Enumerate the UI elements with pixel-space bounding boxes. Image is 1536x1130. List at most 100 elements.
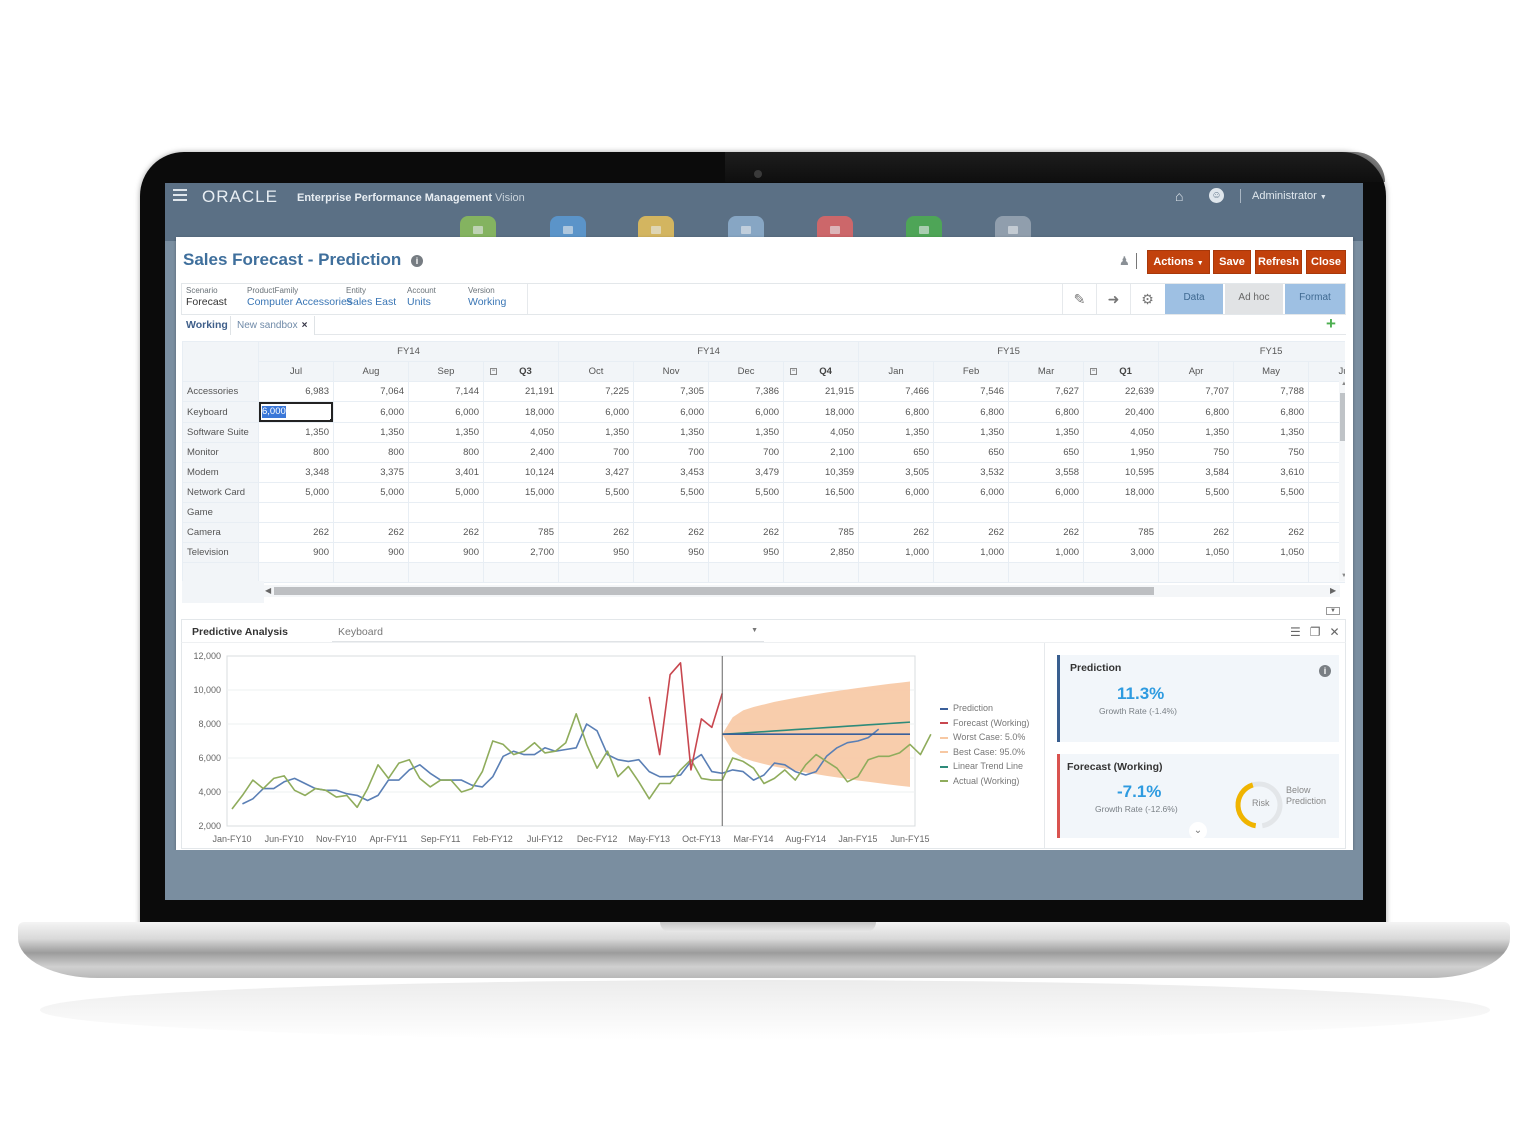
grid-cell[interactable]: 3,584 (1158, 462, 1235, 483)
grid-cell[interactable]: 4,050 (1083, 422, 1160, 443)
copy-icon[interactable]: ❐ (1310, 625, 1321, 639)
grid-cell[interactable]: 4,050 (783, 422, 860, 443)
grid-cell[interactable]: 15,000 (482, 482, 560, 503)
row-header[interactable]: Software Suite (182, 422, 259, 443)
column-header[interactable]: Apr (1158, 361, 1235, 382)
grid-cell[interactable]: 262 (1233, 522, 1310, 543)
grid-cell[interactable]: 5,500 (1158, 482, 1235, 503)
grid-cell[interactable]: 3,401 (408, 462, 484, 483)
home-icon[interactable]: ⌂ (1175, 189, 1191, 203)
grid-cell[interactable]: 5,500 (1233, 482, 1310, 503)
grid-cell[interactable]: 950 (708, 542, 785, 563)
grid-cell[interactable]: 6,800 (1158, 401, 1235, 423)
pov-value[interactable]: Computer Accessories (247, 296, 352, 308)
arrow-right-icon[interactable]: ➜ (1096, 284, 1130, 314)
grid-cell[interactable]: 650 (1008, 442, 1085, 463)
column-header[interactable]: Sep (408, 361, 484, 382)
pov-value[interactable]: Units (407, 296, 436, 308)
grid-cell[interactable]: 18,000 (783, 401, 860, 423)
column-header[interactable]: Jun (1308, 361, 1345, 382)
grid-cell[interactable]: 7,144 (408, 381, 484, 402)
grid-cell[interactable]: 6,000 (708, 401, 785, 423)
grid-cell[interactable]: 262 (858, 522, 935, 543)
column-header[interactable]: Aug (333, 361, 409, 382)
grid-cell[interactable]: 1,350 (558, 422, 635, 443)
grid-cell[interactable]: 1,050 (1233, 542, 1310, 563)
expand-chevron-icon[interactable]: ⌄ (1189, 822, 1207, 840)
grid-cell[interactable]: 3,532 (933, 462, 1010, 483)
pov-value[interactable]: Forecast (186, 296, 227, 308)
grid-cell[interactable]: 3,000 (1083, 542, 1160, 563)
legend-item[interactable]: Best Case: 95.0% (940, 745, 1029, 760)
tab-data[interactable]: Data (1165, 284, 1223, 314)
column-header[interactable]: Dec (708, 361, 785, 382)
column-header[interactable]: Jan (858, 361, 935, 382)
grid-cell[interactable]: 2,100 (783, 442, 860, 463)
grid-cell[interactable]: 3,453 (633, 462, 710, 483)
horizontal-scroll-thumb[interactable] (274, 587, 1154, 595)
grid-cell[interactable]: 785 (482, 522, 560, 543)
row-header[interactable]: Network Card (182, 482, 259, 503)
grid-cell[interactable]: 1,000 (858, 542, 935, 563)
grid-cell[interactable]: 900 (408, 542, 484, 563)
grid-cell[interactable]: 5,000 (258, 482, 334, 503)
row-header[interactable]: Modem (182, 462, 259, 483)
grid-cell[interactable]: 1,050 (1158, 542, 1235, 563)
grid-cell[interactable]: 950 (633, 542, 710, 563)
tab-adhoc[interactable]: Ad hoc (1225, 284, 1283, 314)
grid-cell[interactable]: 262 (258, 522, 334, 543)
grid-cell[interactable]: 7,305 (633, 381, 710, 402)
legend-item[interactable]: Prediction (940, 701, 1029, 716)
refresh-button[interactable]: Refresh (1255, 250, 1302, 274)
grid-cell[interactable]: 1,950 (1083, 442, 1160, 463)
pov-productfamily[interactable]: ProductFamily Computer Accessories (247, 286, 352, 308)
grid-cell[interactable] (333, 502, 409, 523)
row-header[interactable]: Camera (182, 522, 259, 543)
row-header[interactable]: Accessories (182, 381, 259, 402)
column-header[interactable]: − Q3 (482, 361, 560, 382)
grid-cell[interactable]: 10,124 (482, 462, 560, 483)
grid-cell[interactable]: 5,500 (633, 482, 710, 503)
grid-cell[interactable]: 3,348 (258, 462, 334, 483)
grid-cell[interactable]: 6,000 (1008, 482, 1085, 503)
close-icon[interactable]: × (302, 320, 308, 331)
list-icon[interactable]: ☰ (1290, 625, 1301, 639)
grid-cell[interactable]: 700 (708, 442, 785, 463)
column-header[interactable]: Feb (933, 361, 1010, 382)
grid-cell[interactable]: 6,000 (408, 401, 484, 423)
grid-cell[interactable]: 18,000 (1083, 482, 1160, 503)
grid-cell[interactable]: 22,639 (1083, 381, 1160, 402)
grid-cell[interactable] (858, 502, 935, 523)
info-icon[interactable]: i (411, 255, 423, 267)
row-header[interactable]: Keyboard (182, 401, 259, 423)
grid-cell[interactable]: 2,700 (482, 542, 560, 563)
year-header[interactable]: FY15 (1158, 341, 1345, 362)
grid-cell[interactable]: 7,386 (708, 381, 785, 402)
grid-cell[interactable] (258, 502, 334, 523)
grid-cell[interactable]: 1,350 (1233, 422, 1310, 443)
save-button[interactable]: Save (1213, 250, 1251, 274)
grid-cell[interactable]: 262 (408, 522, 484, 543)
add-icon[interactable]: + (1326, 315, 1336, 332)
grid-cell[interactable]: 21,915 (783, 381, 860, 402)
grid-cell[interactable]: 1,350 (858, 422, 935, 443)
year-header[interactable]: FY15 (858, 341, 1160, 362)
grid-cell[interactable]: 20,400 (1083, 401, 1160, 423)
grid-cell[interactable]: 7,225 (558, 381, 635, 402)
grid-cell[interactable]: 6,800 (858, 401, 935, 423)
grid-cell[interactable] (1008, 502, 1085, 523)
grid-cell[interactable] (1158, 502, 1235, 523)
grid-cell[interactable]: 21,191 (482, 381, 560, 402)
grid-cell[interactable]: 785 (783, 522, 860, 543)
grid-cell[interactable]: 2,850 (783, 542, 860, 563)
grid-cell[interactable]: 900 (258, 542, 334, 563)
grid-cell[interactable]: 262 (1008, 522, 1085, 543)
grid-cell[interactable]: 1,350 (633, 422, 710, 443)
grid-cell[interactable]: 750 (1233, 442, 1310, 463)
grid-cell[interactable]: 700 (633, 442, 710, 463)
close-button[interactable]: Close (1306, 250, 1346, 274)
grid-cell[interactable]: 1,350 (933, 422, 1010, 443)
tab-new-sandbox[interactable]: New sandbox × (233, 316, 315, 335)
horizontal-scrollbar[interactable]: ◀ ▶ (264, 585, 1340, 597)
collapse-icon[interactable]: − (490, 368, 497, 375)
